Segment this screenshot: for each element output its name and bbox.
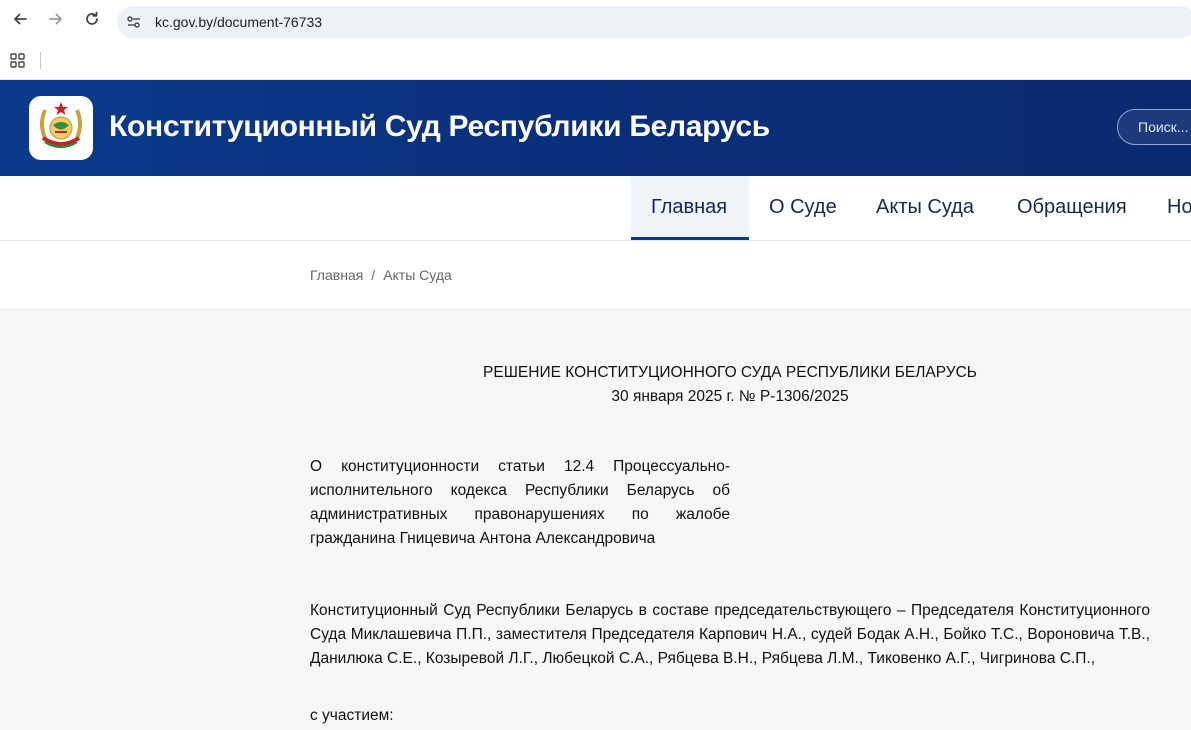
document-composition: Конституционный Суд Республики Беларусь … — [310, 602, 1150, 667]
search-placeholder: Поиск... — [1138, 119, 1189, 135]
coat-of-arms-icon — [33, 98, 89, 159]
nav-item-acts[interactable]: Акты Суда — [856, 176, 994, 240]
breadcrumb-current[interactable]: Акты Суда — [383, 267, 452, 283]
document-participation: с участием: — [310, 707, 394, 724]
site-header: Конституционный Суд Республики Беларусь … — [0, 80, 1191, 176]
document-title: РЕШЕНИЕ КОНСТИТУЦИОННОГО СУДА РЕСПУБЛИКИ… — [483, 364, 977, 381]
arrow-left-icon — [12, 11, 28, 32]
arrow-right-icon — [48, 11, 64, 32]
document-heading: РЕШЕНИЕ КОНСТИТУЦИОННОГО СУДА РЕСПУБЛИКИ… — [310, 361, 1150, 409]
site-title[interactable]: Конституционный Суд Республики Беларусь — [109, 110, 770, 144]
document-content: РЕШЕНИЕ КОНСТИТУЦИОННОГО СУДА РЕСПУБЛИКИ… — [310, 309, 1150, 730]
forward-button[interactable] — [44, 9, 68, 33]
apps-grid-icon[interactable] — [10, 53, 26, 69]
main-nav: Главная О Суде Акты Суда Обращения Но — [0, 176, 1191, 241]
breadcrumb-separator: / — [371, 267, 376, 283]
search-input[interactable]: Поиск... — [1117, 109, 1191, 145]
breadcrumb-link-home[interactable]: Главная — [310, 267, 363, 283]
breadcrumb-bar: Главная / Акты Суда — [0, 241, 1191, 310]
document-date-number: 30 января 2025 г. № Р-1306/2025 — [611, 388, 849, 405]
breadcrumb: Главная / Акты Суда — [310, 267, 452, 283]
reload-icon — [84, 11, 100, 32]
reload-button[interactable] — [80, 9, 104, 33]
nav-item-more[interactable]: Но — [1147, 176, 1191, 240]
bookmarks-separator — [40, 52, 41, 69]
nav-item-home[interactable]: Главная — [631, 176, 749, 240]
nav-item-about[interactable]: О Суде — [749, 176, 857, 240]
back-button[interactable] — [8, 9, 32, 33]
site-info-icon[interactable] — [125, 13, 143, 31]
bookmarks-bar — [0, 42, 1191, 80]
url-text: kc.gov.by/document-76733 — [155, 14, 323, 30]
site-logo[interactable] — [29, 96, 93, 160]
document-subject: О конституционности статьи 12.4 Процессу… — [310, 458, 730, 547]
browser-toolbar: kc.gov.by/document-76733 — [0, 0, 1191, 42]
nav-item-appeals[interactable]: Обращения — [997, 176, 1147, 240]
address-bar[interactable]: kc.gov.by/document-76733 — [117, 6, 1191, 38]
